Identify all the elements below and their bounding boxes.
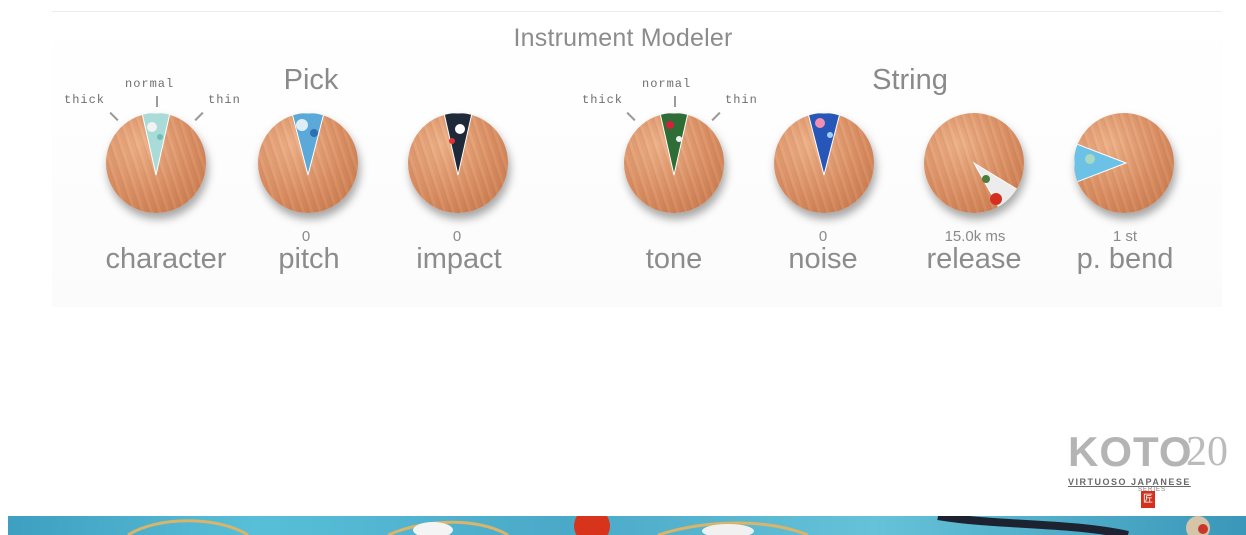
logo-wordmark: KOTO <box>1068 428 1193 475</box>
pitch-label: pitch <box>278 243 340 275</box>
character-tick-normal <box>156 96 158 107</box>
tone-label: tone <box>645 243 703 275</box>
noise-knob[interactable] <box>774 113 874 213</box>
pointer-wedge-icon <box>291 113 325 176</box>
logo-tagline: VIRTUOSO JAPANESE <box>1068 477 1191 487</box>
character-mark-normal: normal <box>125 77 175 91</box>
banner-pattern-icon <box>127 516 1210 535</box>
pointer-wedge-icon <box>141 113 171 176</box>
section-string: String <box>872 64 948 96</box>
pointer-wedge-icon <box>972 161 1021 213</box>
release-label: release <box>926 243 1022 275</box>
logo-seal: 匠 <box>1141 491 1155 508</box>
pbend-knob[interactable] <box>1074 113 1174 213</box>
release-knob[interactable] <box>924 113 1024 213</box>
pointer-wedge-icon <box>443 113 473 176</box>
character-knob[interactable] <box>106 113 206 213</box>
character-mark-thin: thin <box>208 93 241 107</box>
koto-logo: KOTO 20 VIRTUOSO JAPANESE SERIES 匠 <box>1060 428 1246 518</box>
pointer-wedge-icon <box>807 113 841 176</box>
panel-title: Instrument Modeler <box>513 24 733 52</box>
tone-mark-normal: normal <box>642 77 692 91</box>
pbend-label: p. bend <box>1076 243 1174 275</box>
impact-knob[interactable] <box>408 113 508 213</box>
pitch-knob[interactable] <box>258 113 358 213</box>
logo-number: 20 <box>1186 429 1228 475</box>
character-label: character <box>105 243 227 275</box>
tone-knob[interactable] <box>624 113 724 213</box>
character-mark-thick: thick <box>64 93 106 107</box>
section-pick: Pick <box>283 64 339 96</box>
noise-label: noise <box>788 243 858 275</box>
pointer-wedge-icon <box>659 113 689 176</box>
decorative-banner <box>8 516 1246 535</box>
impact-label: impact <box>416 243 502 275</box>
pointer-wedge-icon <box>1074 142 1128 184</box>
tone-tick-normal <box>674 96 676 107</box>
tone-mark-thin: thin <box>725 93 758 107</box>
tone-mark-thick: thick <box>582 93 624 107</box>
